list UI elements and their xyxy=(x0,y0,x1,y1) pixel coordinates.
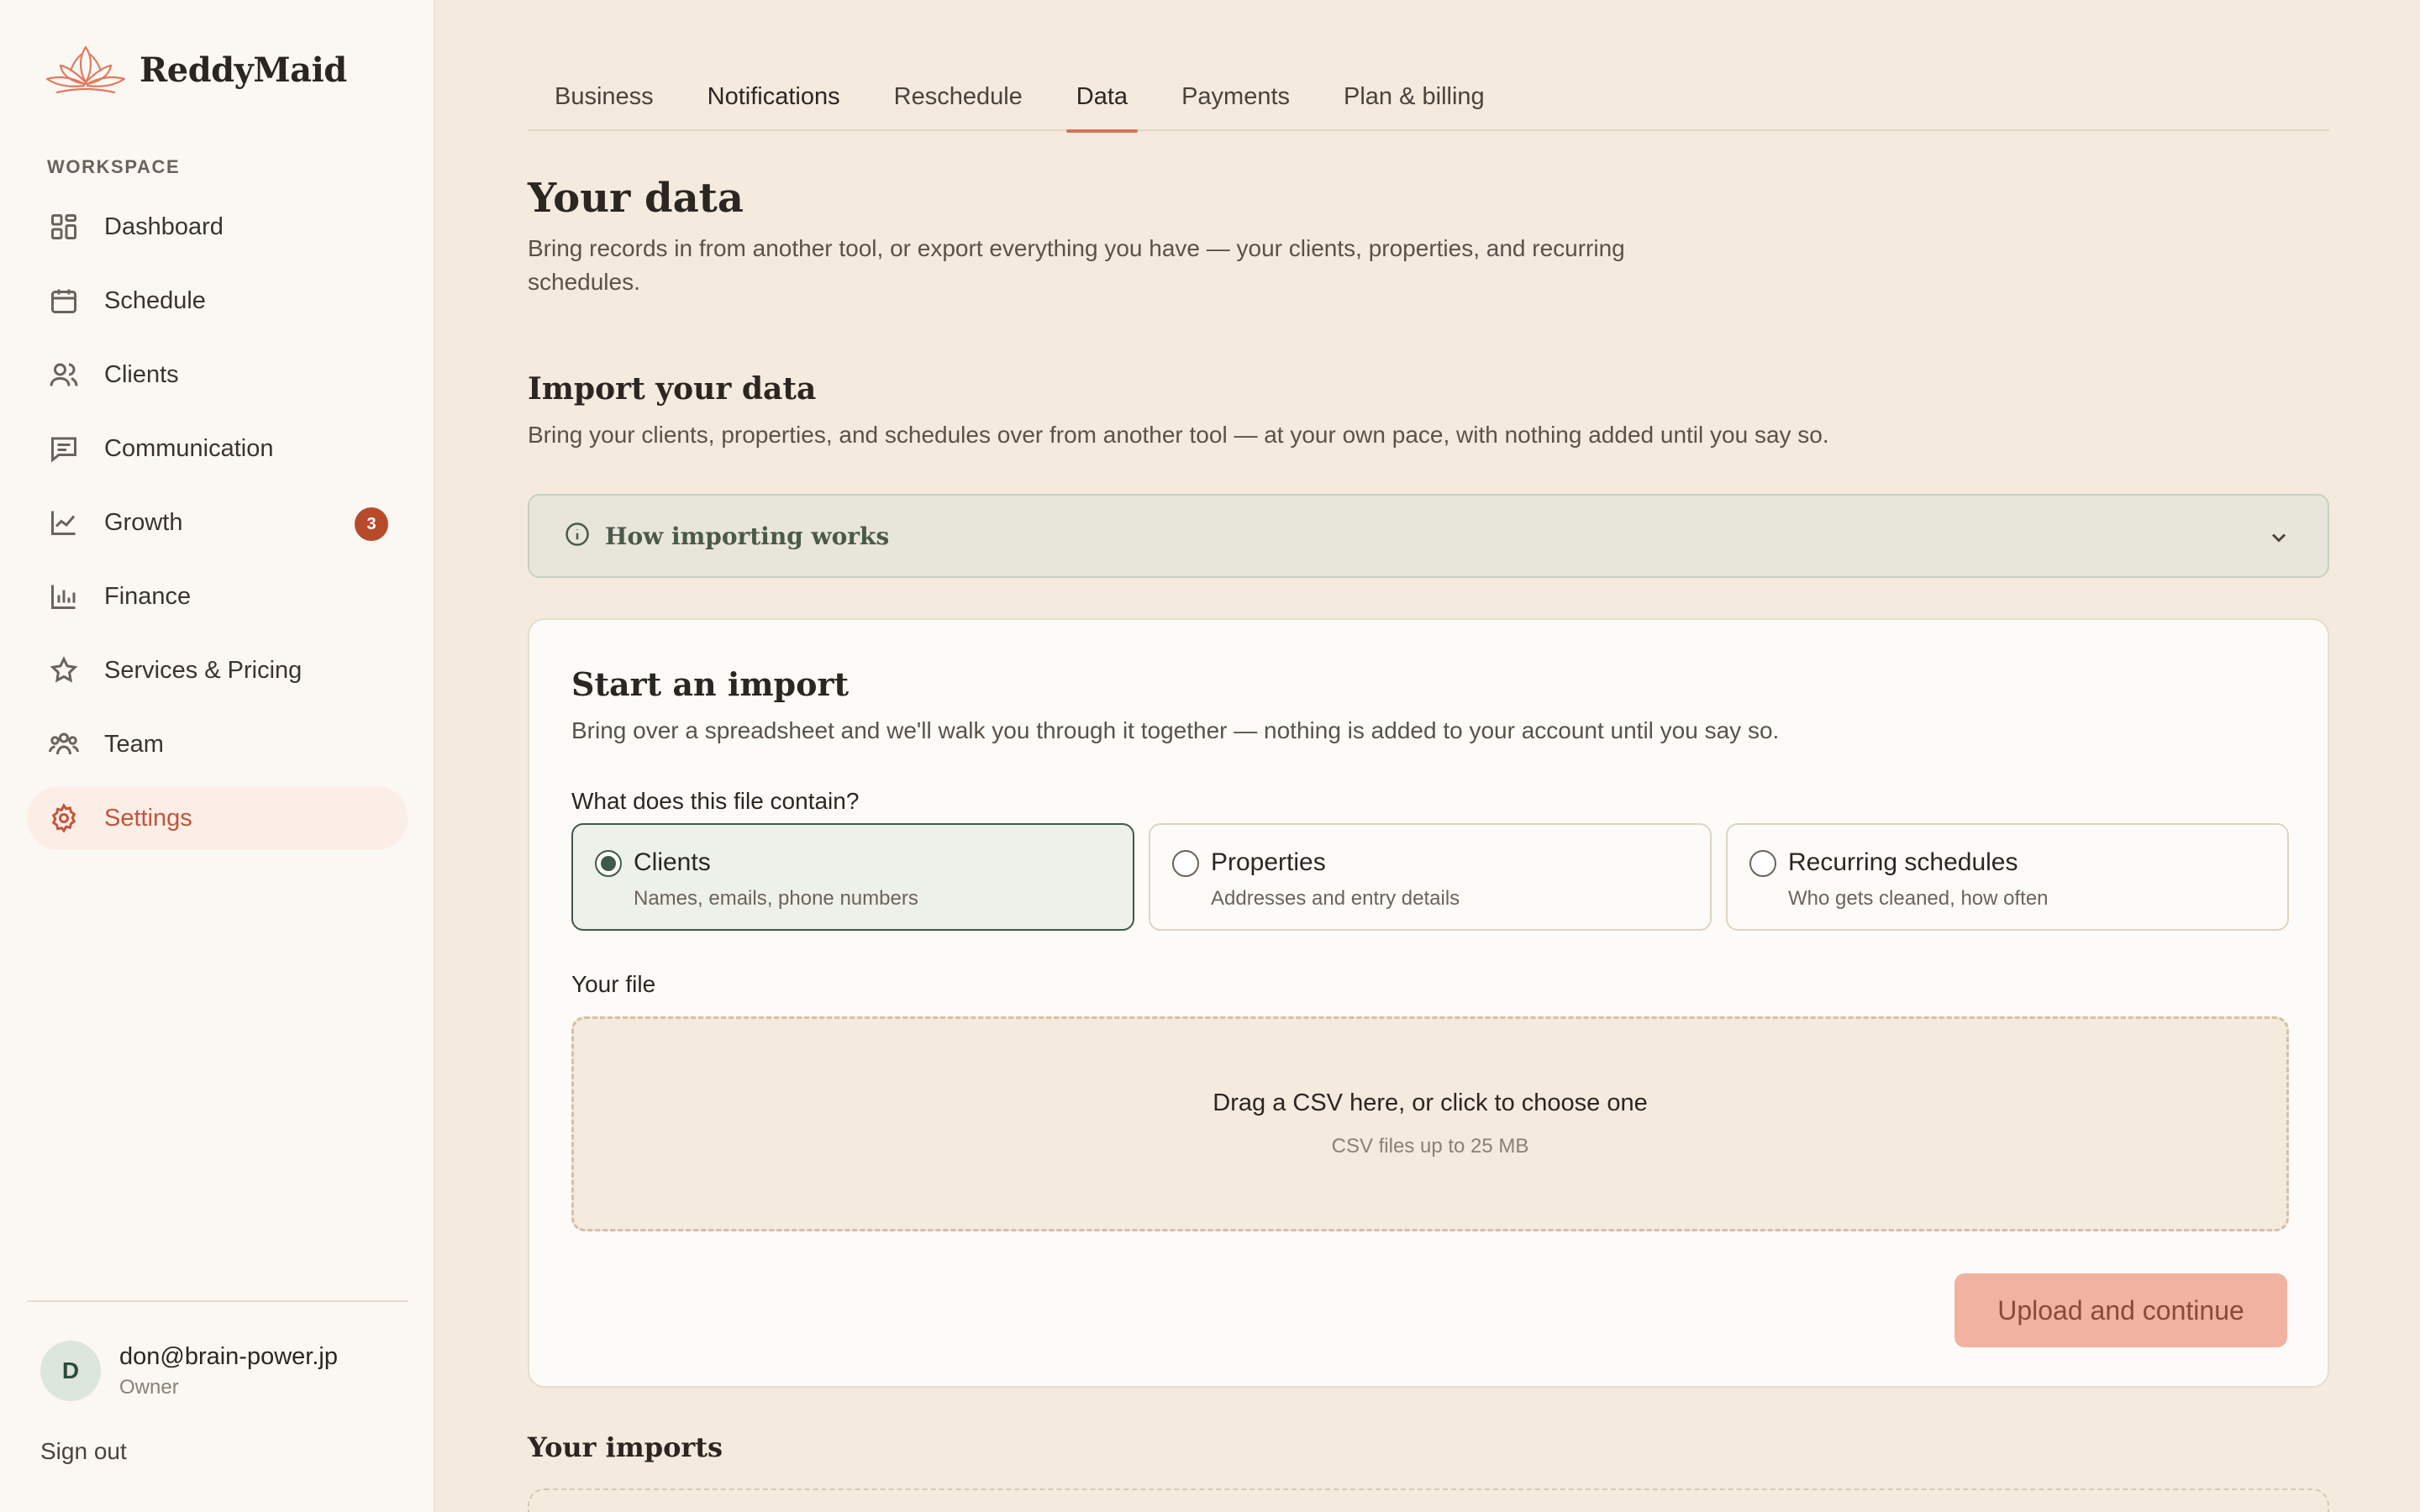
sidebar-item-services-pricing[interactable]: Services & Pricing xyxy=(27,638,408,702)
radio-selected[interactable] xyxy=(595,850,622,877)
sidebar-nav: Dashboard Schedule Clients Communication… xyxy=(27,195,408,860)
csv-dropzone[interactable]: Drag a CSV here, or click to choose one … xyxy=(571,1016,2289,1231)
gear-icon xyxy=(51,803,76,833)
sign-out-link[interactable]: Sign out xyxy=(40,1438,127,1465)
message-icon xyxy=(51,437,76,463)
option-title: Properties xyxy=(1211,848,1326,876)
user-email: don@brain-power.jp xyxy=(119,1342,338,1370)
sidebar-item-label: Clients xyxy=(104,360,179,388)
sidebar-item-dashboard[interactable]: Dashboard xyxy=(27,195,408,259)
tab-data[interactable]: Data xyxy=(1050,76,1155,133)
radio-unselected[interactable] xyxy=(1749,850,1776,877)
brand-name: ReddyMaid xyxy=(139,50,347,90)
bar-chart-icon xyxy=(51,585,76,609)
file-label: Your file xyxy=(571,971,656,997)
calendar-icon xyxy=(51,289,76,313)
sidebar-item-label: Finance xyxy=(104,582,192,610)
sidebar: ReddyMaid WORKSPACE Dashboard Schedule C… xyxy=(0,0,435,1512)
how-importing-works-accordion[interactable]: How importing works xyxy=(528,494,2329,578)
imports-list xyxy=(528,1488,2329,1512)
import-section-title: Import your data xyxy=(528,371,817,407)
sidebar-item-finance[interactable]: Finance xyxy=(27,564,408,628)
start-import-card: Start an import Bring over a spreadsheet… xyxy=(528,618,2329,1388)
sidebar-item-clients[interactable]: Clients xyxy=(27,343,408,407)
accordion-label: How importing works xyxy=(605,522,890,550)
option-subtitle: Who gets cleaned, how often xyxy=(1788,887,2049,910)
option-subtitle: Names, emails, phone numbers xyxy=(634,887,918,910)
info-icon xyxy=(565,522,590,551)
dashboard-icon xyxy=(51,214,76,239)
file-type-question: What does this file contain? xyxy=(571,788,860,814)
tab-notifications[interactable]: Notifications xyxy=(681,76,867,131)
sidebar-item-growth[interactable]: Growth 3 xyxy=(27,491,408,554)
sidebar-item-label: Growth xyxy=(104,508,183,536)
avatar: D xyxy=(40,1341,101,1401)
star-icon xyxy=(50,656,78,683)
dropzone-hint: CSV files up to 25 MB xyxy=(1331,1135,1529,1158)
option-recurring-schedules[interactable]: Recurring schedules Who gets cleaned, ho… xyxy=(1726,823,2289,931)
option-title: Recurring schedules xyxy=(1788,848,2018,876)
tab-business[interactable]: Business xyxy=(528,76,681,131)
sidebar-item-schedule[interactable]: Schedule xyxy=(27,269,408,333)
tab-plan-billing[interactable]: Plan & billing xyxy=(1317,76,1512,131)
sidebar-item-team[interactable]: Team xyxy=(27,712,408,776)
chevron-down-icon xyxy=(2267,526,2291,554)
tab-reschedule[interactable]: Reschedule xyxy=(867,76,1050,131)
sidebar-item-communication[interactable]: Communication xyxy=(27,417,408,480)
sidebar-item-label: Dashboard xyxy=(104,213,224,240)
sidebar-item-label: Schedule xyxy=(104,286,206,314)
option-clients[interactable]: Clients Names, emails, phone numbers xyxy=(571,823,1134,931)
dropzone-instruction: Drag a CSV here, or click to choose one xyxy=(1213,1089,1648,1116)
team-icon xyxy=(49,732,79,755)
option-subtitle: Addresses and entry details xyxy=(1211,887,1460,910)
users-icon xyxy=(50,363,78,386)
tab-payments[interactable]: Payments xyxy=(1155,76,1317,131)
user-role: Owner xyxy=(119,1375,179,1399)
brand-logo[interactable]: ReddyMaid xyxy=(40,37,347,102)
lotus-logo-icon xyxy=(45,45,126,94)
user-profile[interactable]: D don@brain-power.jp Owner xyxy=(40,1341,338,1401)
option-properties[interactable]: Properties Addresses and entry details xyxy=(1149,823,1712,931)
growth-count-badge: 3 xyxy=(355,507,388,541)
upload-and-continue-button[interactable]: Upload and continue xyxy=(1954,1273,2287,1347)
import-section-description: Bring your clients, properties, and sche… xyxy=(528,422,1829,448)
settings-tabs: Business Notifications Reschedule Data P… xyxy=(528,76,2329,133)
card-title: Start an import xyxy=(571,665,850,703)
sidebar-item-label: Communication xyxy=(104,434,274,462)
page-title: Your data xyxy=(528,175,744,222)
file-type-options: Clients Names, emails, phone numbers Pro… xyxy=(571,823,2289,931)
your-imports-title: Your imports xyxy=(528,1431,723,1463)
sidebar-item-settings[interactable]: Settings xyxy=(27,786,408,850)
card-description: Bring over a spreadsheet and we'll walk … xyxy=(571,717,1780,743)
sidebar-divider xyxy=(27,1300,408,1302)
page-description: Bring records in from another tool, or e… xyxy=(528,235,1625,295)
radio-unselected[interactable] xyxy=(1172,850,1199,877)
chart-line-icon xyxy=(51,511,76,535)
sidebar-item-label: Team xyxy=(104,730,164,758)
workspace-section-label: WORKSPACE xyxy=(47,156,181,177)
option-title: Clients xyxy=(634,848,711,876)
sidebar-item-label: Settings xyxy=(104,804,192,832)
sidebar-item-label: Services & Pricing xyxy=(104,656,302,684)
